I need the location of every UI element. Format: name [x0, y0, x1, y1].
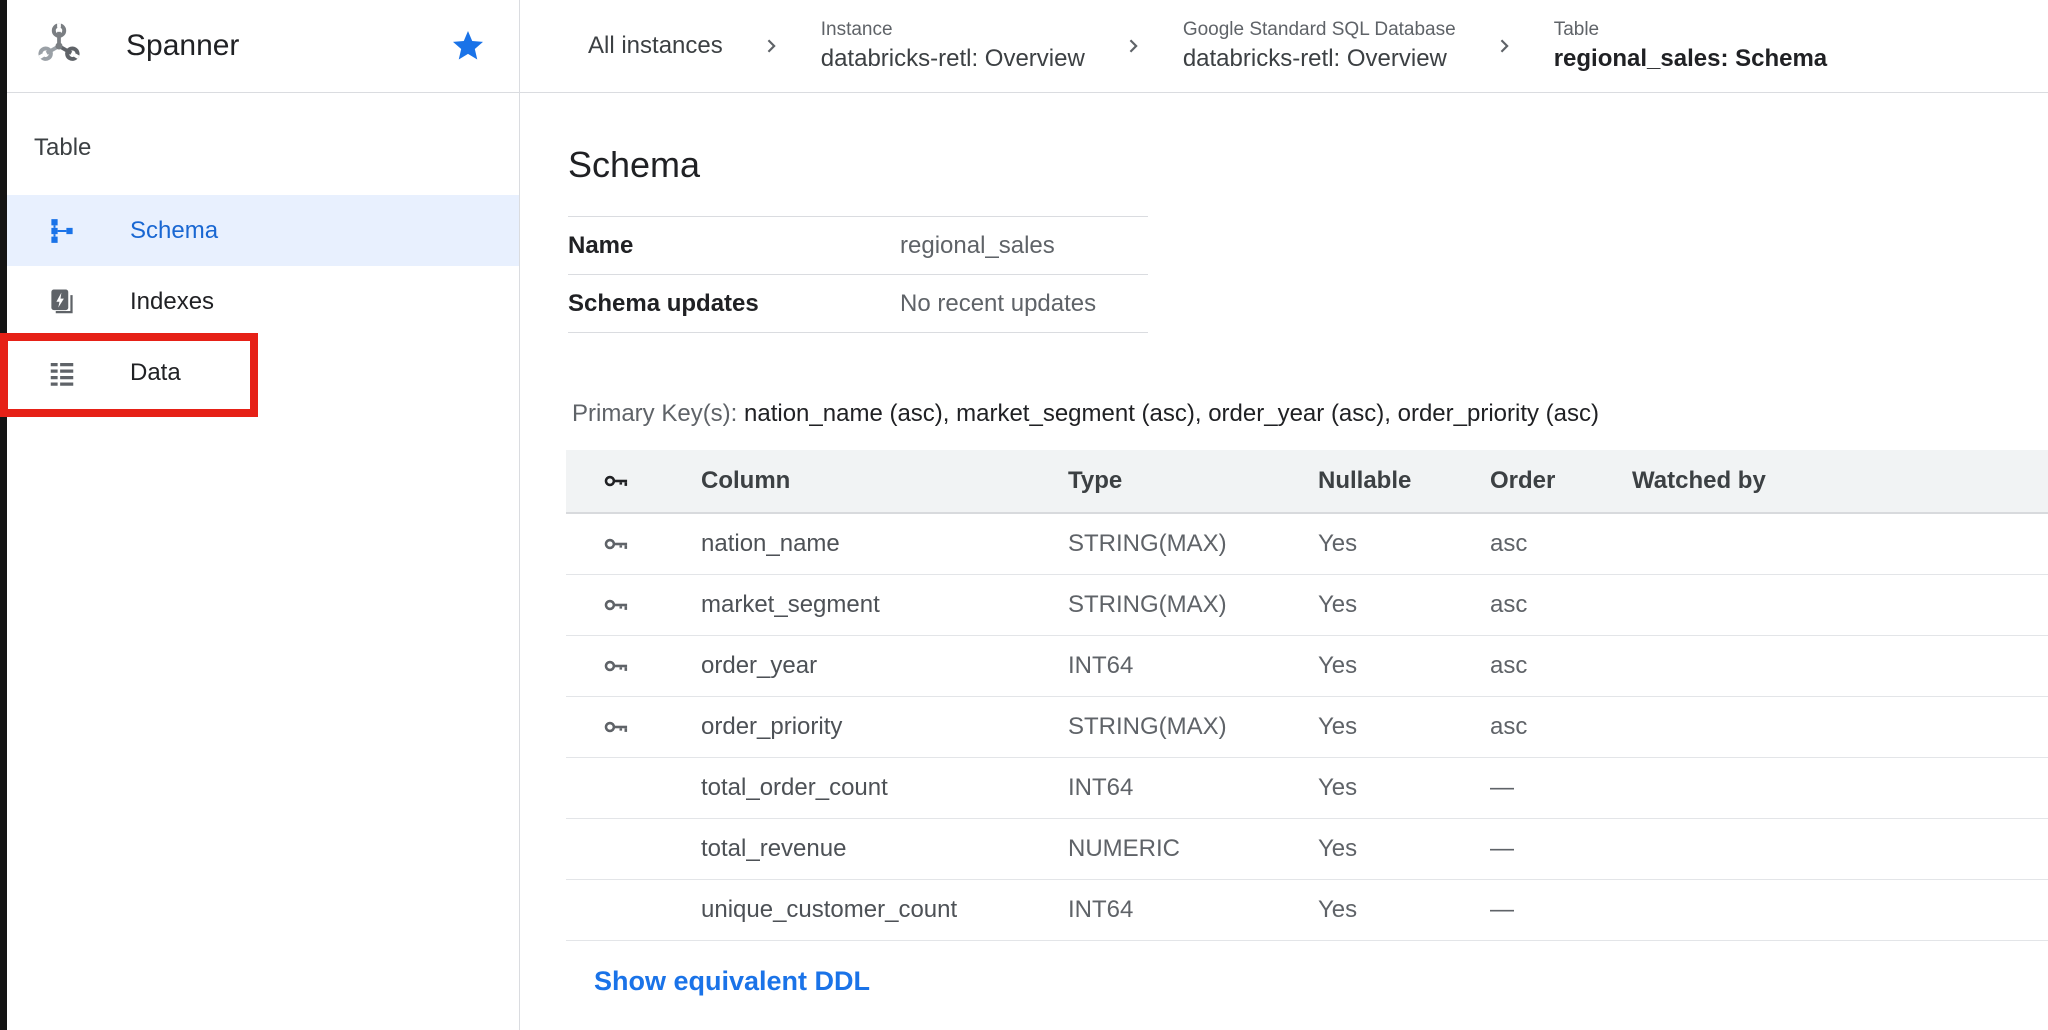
cell-type: STRING(MAX): [1068, 591, 1318, 619]
cell-column: nation_name: [701, 530, 1068, 558]
column-header-watched-by: Watched by: [1632, 467, 2048, 495]
details-table: Name regional_sales Schema updates No re…: [568, 216, 1148, 333]
breadcrumb-instance[interactable]: Instance databricks-retl: Overview: [821, 19, 1085, 73]
table-row: unique_customer_count INT64 Yes —: [566, 880, 2048, 941]
table-row: order_priority STRING(MAX) Yes asc: [566, 697, 2048, 758]
breadcrumb: All instances Instance databricks-retl: …: [520, 0, 2048, 92]
sidebar-content-divider: [519, 0, 520, 1030]
primary-keys-label: Primary Key(s):: [572, 400, 737, 427]
sidebar-section-title: Table: [34, 134, 91, 162]
detail-value: regional_sales: [900, 232, 1055, 260]
cell-column: market_segment: [701, 591, 1068, 619]
left-edge-strip: [0, 0, 7, 1030]
cell-order: asc: [1490, 530, 1632, 558]
chevron-right-icon: [1492, 33, 1518, 59]
cell-nullable: Yes: [1318, 652, 1490, 680]
cell-order: asc: [1490, 652, 1632, 680]
column-header-order: Order: [1490, 467, 1632, 495]
key-icon: [602, 530, 630, 558]
detail-row-name: Name regional_sales: [568, 216, 1148, 274]
cell-column: order_year: [701, 652, 1068, 680]
spanner-logo-icon: [34, 21, 84, 71]
cell-nullable: Yes: [1318, 774, 1490, 802]
chevron-right-icon: [759, 33, 785, 59]
key-icon: [602, 652, 630, 680]
cell-order: —: [1490, 896, 1632, 924]
sidebar: Table Schema: [0, 94, 519, 1030]
cell-type: INT64: [1068, 896, 1318, 924]
table-row: nation_name STRING(MAX) Yes asc: [566, 514, 2048, 575]
detail-value: No recent updates: [900, 290, 1096, 318]
table-header-row: Column Type Nullable Order Watched by: [566, 450, 2048, 514]
cell-type: INT64: [1068, 652, 1318, 680]
column-header-nullable: Nullable: [1318, 467, 1490, 495]
cell-type: STRING(MAX): [1068, 713, 1318, 741]
cell-order: —: [1490, 835, 1632, 863]
table-row: market_segment STRING(MAX) Yes asc: [566, 575, 2048, 636]
sidebar-item-label: Indexes: [130, 288, 214, 316]
chevron-right-icon: [1121, 33, 1147, 59]
favorite-star-icon[interactable]: [450, 28, 486, 64]
breadcrumb-all-instances[interactable]: All instances: [588, 32, 723, 60]
table-row: total_order_count INT64 Yes —: [566, 758, 2048, 819]
page-title: Schema: [568, 144, 700, 186]
schema-icon: [47, 216, 77, 246]
cell-nullable: Yes: [1318, 530, 1490, 558]
cell-nullable: Yes: [1318, 591, 1490, 619]
cell-nullable: Yes: [1318, 713, 1490, 741]
breadcrumb-table-current: Table regional_sales: Schema: [1554, 19, 1827, 73]
sidebar-item-label: Schema: [130, 217, 218, 245]
cell-nullable: Yes: [1318, 896, 1490, 924]
table-row: order_year INT64 Yes asc: [566, 636, 2048, 697]
key-icon: [602, 713, 630, 741]
main-content: Schema Name regional_sales Schema update…: [520, 94, 2048, 1030]
column-header-type: Type: [1068, 467, 1318, 495]
column-header-column: Column: [701, 467, 1068, 495]
primary-keys-value: nation_name (asc), market_segment (asc),…: [744, 400, 1599, 427]
cell-column: total_revenue: [701, 835, 1068, 863]
detail-label: Schema updates: [568, 290, 900, 318]
cell-nullable: Yes: [1318, 835, 1490, 863]
red-annotation-box: [0, 333, 258, 417]
detail-label: Name: [568, 232, 900, 260]
show-equivalent-ddl-link[interactable]: Show equivalent DDL: [594, 966, 870, 997]
cell-order: asc: [1490, 713, 1632, 741]
top-header: Spanner All instances Instance databrick…: [0, 0, 2048, 93]
cell-order: —: [1490, 774, 1632, 802]
cell-column: unique_customer_count: [701, 896, 1068, 924]
cell-type: STRING(MAX): [1068, 530, 1318, 558]
sidebar-item-indexes[interactable]: Indexes: [0, 266, 519, 337]
table-header-key-cell: [566, 467, 701, 495]
breadcrumb-database[interactable]: Google Standard SQL Database databricks-…: [1183, 19, 1456, 73]
cell-type: INT64: [1068, 774, 1318, 802]
cell-column: order_priority: [701, 713, 1068, 741]
primary-keys-line: Primary Key(s): nation_name (asc), marke…: [572, 400, 1599, 428]
schema-columns-table: Column Type Nullable Order Watched by na…: [566, 450, 2048, 941]
detail-row-schema-updates: Schema updates No recent updates: [568, 274, 1148, 332]
sidebar-item-schema[interactable]: Schema: [0, 195, 519, 266]
cell-order: asc: [1490, 591, 1632, 619]
table-row: total_revenue NUMERIC Yes —: [566, 819, 2048, 880]
product-name: Spanner: [126, 0, 239, 92]
key-icon: [602, 591, 630, 619]
spanner-schema-page: Spanner All instances Instance databrick…: [0, 0, 2048, 1030]
cell-type: NUMERIC: [1068, 835, 1318, 863]
indexes-icon: [47, 287, 77, 317]
key-icon: [602, 467, 630, 495]
cell-column: total_order_count: [701, 774, 1068, 802]
